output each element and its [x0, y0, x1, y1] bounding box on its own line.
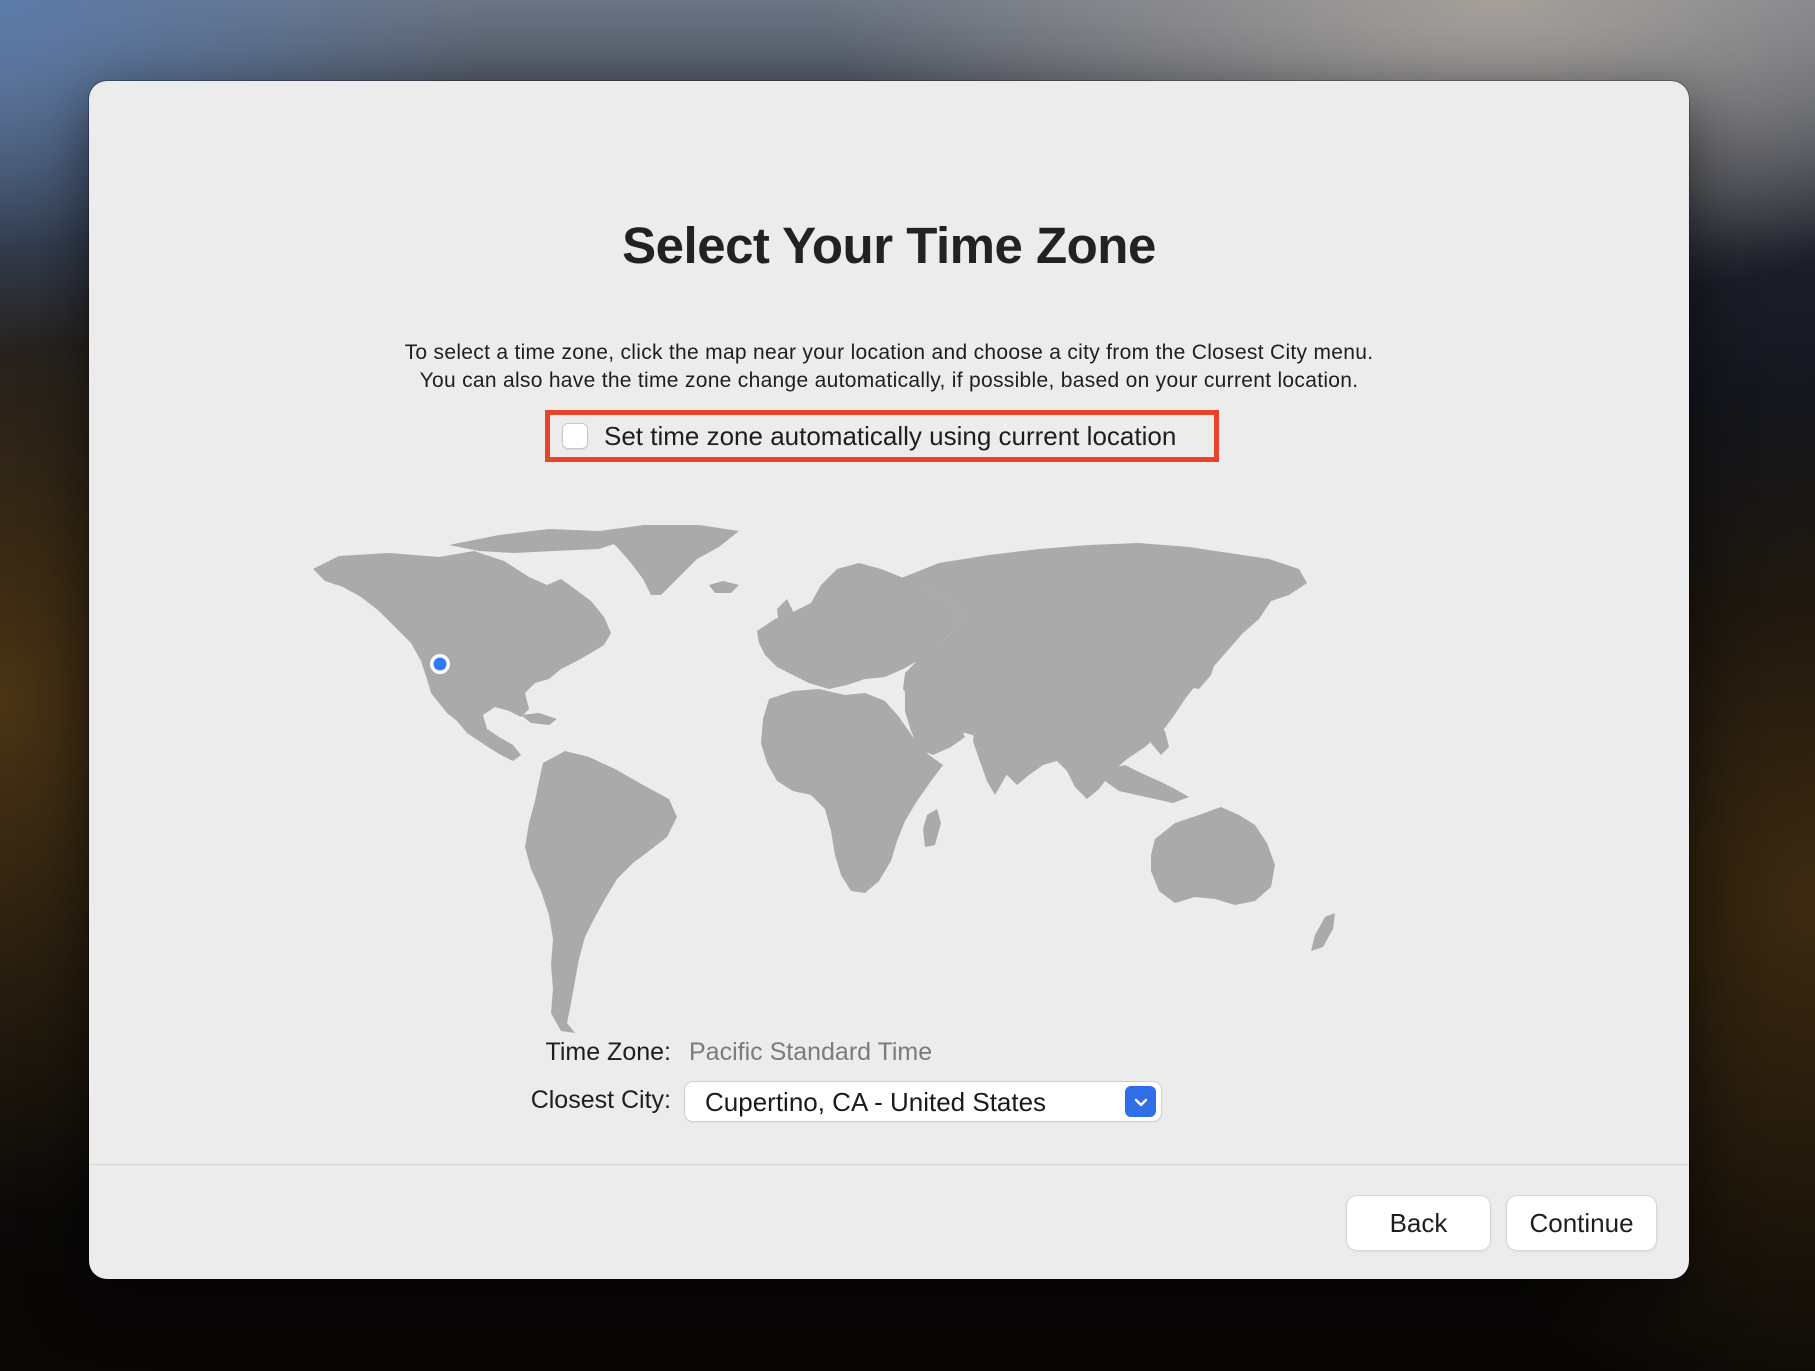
north-america-shape [313, 551, 611, 761]
time-zone-value: Pacific Standard Time [689, 1038, 933, 1066]
south-america-shape [525, 751, 677, 1033]
chevron-down-icon[interactable] [1125, 1086, 1156, 1117]
world-map[interactable] [299, 519, 1479, 1099]
setup-assistant-window: Select Your Time Zone To select a time z… [89, 81, 1689, 1279]
closest-city-value: Cupertino, CA - United States [705, 1087, 1047, 1117]
madagascar-shape [923, 809, 941, 847]
auto-timezone-checkbox-row[interactable]: Set time zone automatically using curren… [562, 421, 1176, 451]
new-zealand-shape [1311, 913, 1335, 951]
location-marker-dot [433, 657, 447, 671]
closest-city-label: Closest City: [530, 1086, 671, 1114]
description-line-2: You can also have the time zone change a… [419, 369, 1359, 392]
auto-timezone-label[interactable]: Set time zone automatically using curren… [604, 421, 1176, 452]
description-line-1: To select a time zone, click the map nea… [404, 341, 1374, 364]
time-zone-label: Time Zone: [545, 1038, 671, 1066]
asia-shape [899, 543, 1307, 799]
world-map-land [313, 525, 1335, 1033]
continue-button[interactable]: Continue [1507, 1196, 1656, 1250]
footer-divider [89, 1164, 1689, 1165]
location-marker[interactable] [430, 654, 450, 674]
page-title: Select Your Time Zone [622, 217, 1156, 274]
southeast-asia-shape [1105, 765, 1189, 803]
australia-shape [1151, 807, 1275, 905]
closest-city-dropdown[interactable]: Cupertino, CA - United States [685, 1082, 1161, 1121]
iceland-shape [709, 581, 739, 593]
caribbean-shape [521, 713, 557, 725]
auto-timezone-checkbox[interactable] [562, 423, 588, 449]
back-button[interactable]: Back [1347, 1196, 1490, 1250]
page-description: To select a time zone, click the map nea… [89, 339, 1689, 395]
